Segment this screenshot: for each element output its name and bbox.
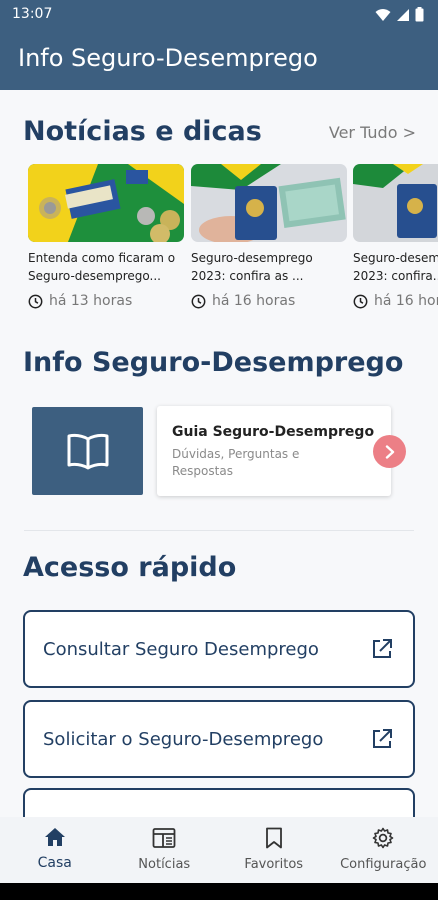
news-time-label: há 16 horas — [212, 293, 296, 309]
nav-favorites[interactable]: Favoritos — [219, 817, 329, 883]
home-icon — [44, 828, 65, 846]
clock-icon — [28, 294, 43, 308]
news-card[interactable]: Seguro-desemprego 2023: confira... há 16… — [353, 164, 438, 309]
nav-home[interactable]: Casa — [0, 817, 110, 883]
guide-open-button[interactable] — [373, 435, 406, 468]
status-time: 13:07 — [12, 6, 53, 22]
status-bar: 13:07 — [0, 0, 438, 30]
wifi-icon — [375, 8, 391, 21]
book-icon — [67, 433, 108, 470]
quick-button-label: Consultar Seguro Desemprego — [43, 639, 319, 660]
news-icon — [152, 828, 176, 848]
main-content[interactable]: Notícias e dicas Ver Tudo > Entenda como… — [0, 90, 438, 817]
news-title: Seguro-desemprego 2023: confira as ... — [191, 251, 313, 283]
nav-news-label: Notícias — [138, 857, 191, 872]
guide-title: Guia Seguro-Desemprego — [172, 424, 375, 440]
quick-access-button[interactable] — [23, 788, 415, 817]
system-gesture-bar — [0, 883, 438, 900]
battery-icon — [415, 7, 424, 22]
consult-button[interactable]: Consultar Seguro Desemprego — [23, 610, 415, 688]
news-carousel[interactable]: Entenda como ficaram o Seguro-desemprego… — [28, 164, 438, 314]
app-bar: Info Seguro-Desemprego — [0, 30, 438, 90]
see-all-link[interactable]: Ver Tudo > — [329, 123, 416, 142]
nav-favorites-label: Favoritos — [244, 857, 304, 872]
gear-icon — [372, 827, 394, 849]
news-image — [191, 164, 347, 242]
news-title: Entenda como ficaram o Seguro-desemprego… — [28, 251, 176, 283]
clock-icon — [191, 294, 206, 308]
guide-thumbnail[interactable] — [32, 407, 143, 495]
app-title: Info Seguro-Desemprego — [18, 44, 318, 72]
chevron-right-icon — [385, 444, 394, 459]
news-time: há 13 horas — [28, 293, 184, 309]
news-card[interactable]: Seguro-desemprego 2023: confira as ... h… — [191, 164, 347, 309]
news-card[interactable]: Entenda como ficaram o Seguro-desemprego… — [28, 164, 184, 309]
guide-card[interactable]: Guia Seguro-Desemprego Dúvidas, Pergunta… — [157, 406, 391, 496]
external-link-icon — [373, 729, 392, 748]
clock-icon — [353, 294, 368, 308]
signal-icon — [397, 8, 409, 21]
news-time-label: há 16 horas — [374, 293, 438, 309]
news-image — [28, 164, 184, 242]
nav-settings[interactable]: Configuração — [329, 817, 438, 883]
status-icons — [375, 7, 424, 22]
divider — [24, 530, 414, 531]
nav-home-label: Casa — [37, 855, 72, 871]
guide-subtitle: Dúvidas, Perguntas e Respostas — [172, 447, 300, 478]
news-time: há 16 horas — [353, 293, 438, 309]
news-title: Seguro-desemprego 2023: confira... — [353, 251, 438, 283]
request-button[interactable]: Solicitar o Seguro-Desemprego — [23, 700, 415, 778]
quick-button-label: Solicitar o Seguro-Desemprego — [43, 729, 324, 750]
news-image — [353, 164, 438, 242]
news-time-label: há 13 horas — [49, 293, 133, 309]
bottom-navigation: Casa Notícias Favoritos Configuração — [0, 817, 438, 883]
quick-section-title: Acesso rápido — [23, 552, 237, 583]
news-time: há 16 horas — [191, 293, 347, 309]
bookmark-icon — [265, 827, 282, 849]
nav-news[interactable]: Notícias — [110, 817, 220, 883]
info-section-title: Info Seguro-Desemprego — [23, 347, 404, 378]
external-link-icon — [373, 639, 392, 658]
nav-settings-label: Configuração — [340, 857, 427, 872]
news-section-title: Notícias e dicas — [23, 116, 262, 147]
